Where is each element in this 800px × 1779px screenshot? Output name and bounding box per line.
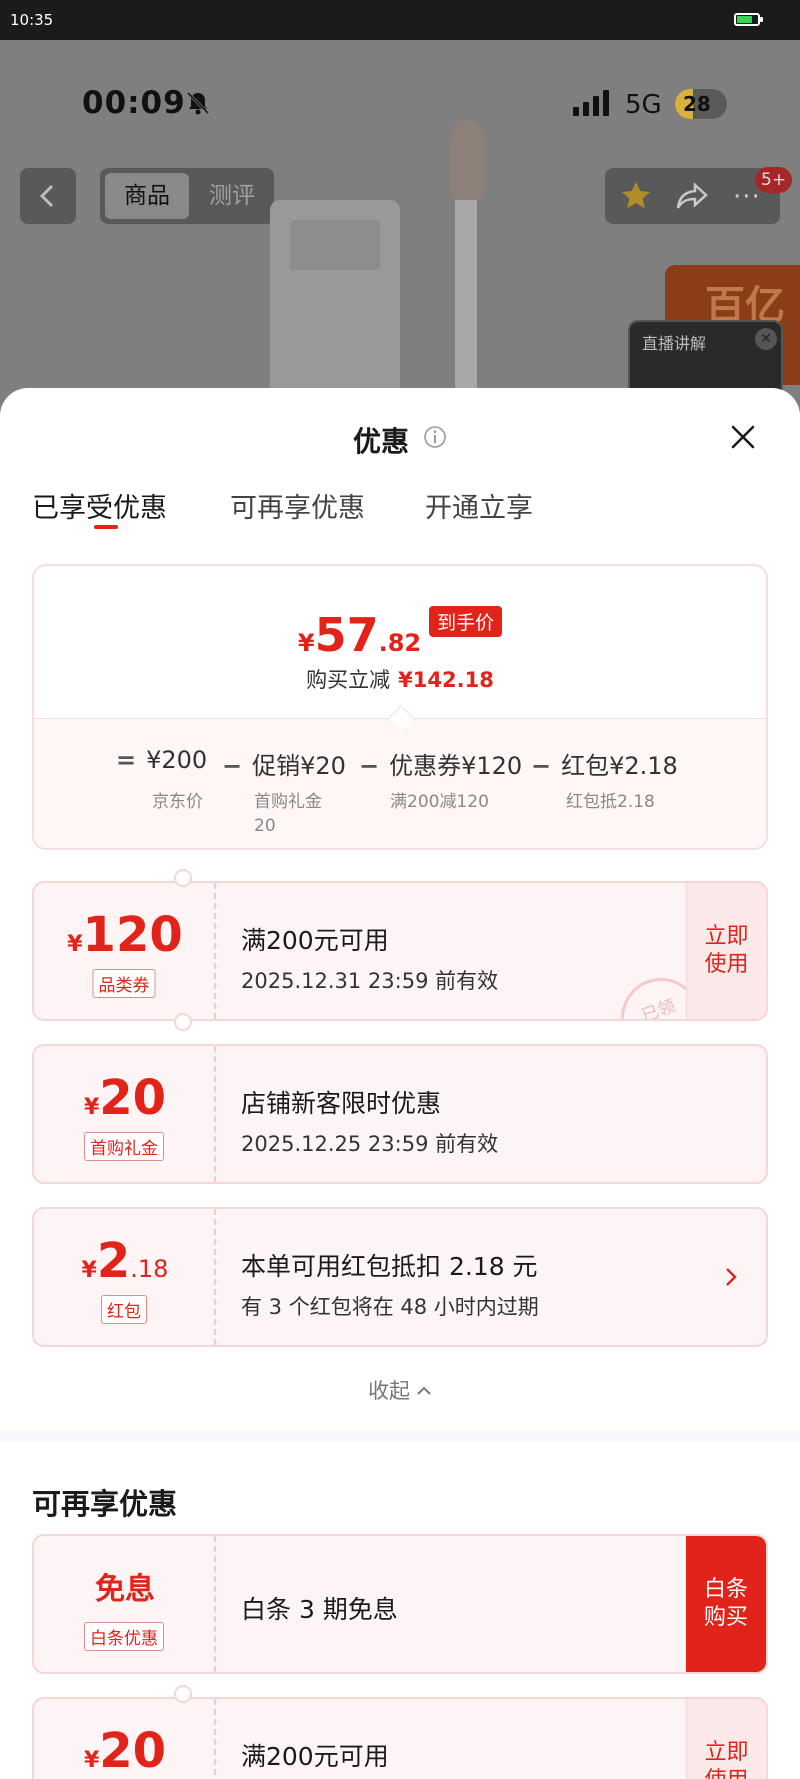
coupon-card[interactable]: ¥20 满200元可用 立即使用 <box>32 1697 768 1779</box>
coupon-type-tag: 白条优惠 <box>84 1622 164 1651</box>
coupon-type-tag: 品类券 <box>92 969 156 998</box>
coupon-card[interactable]: ¥120 品类券 满200元可用 2025.12.31 23:59 前有效 已领… <box>32 881 768 1021</box>
collapse-label: 收起 <box>368 1379 410 1403</box>
tab-enjoyed[interactable]: 已享受优惠 <box>32 486 167 525</box>
formula-sub: 首购礼金 20 <box>254 792 322 836</box>
signal-icon <box>573 90 609 116</box>
tab-indicator <box>94 525 118 529</box>
currency-symbol: ¥ <box>297 629 315 657</box>
tab-product[interactable]: 商品 <box>105 173 189 219</box>
page-tabs: 商品 测评 <box>100 168 274 224</box>
formula-item: = ¥200 <box>116 746 208 774</box>
coupon-value: ¥120 品类券 <box>34 883 216 1019</box>
coupon-value: ¥20 <box>34 1699 216 1779</box>
savings-amount: ¥142.18 <box>398 668 494 692</box>
discount-sheet: 优惠 已享受优惠 可再享优惠 开通立享 ¥57.82到手价 购买立减 ¥142.1… <box>0 388 800 1779</box>
sheet-title-text: 优惠 <box>352 425 409 458</box>
formula-sub: 京东价 <box>152 792 203 812</box>
coupon-card[interactable]: ¥20 首购礼金 店铺新客限时优惠 2025.12.25 23:59 前有效 <box>32 1044 768 1184</box>
ticket-notch <box>174 869 192 887</box>
device-time: 10:35 <box>10 11 54 29</box>
page-actions: ··· <box>605 168 780 224</box>
final-price: ¥57.82到手价 <box>34 606 766 662</box>
price-decimal: .82 <box>378 629 422 657</box>
chevron-left-icon <box>39 184 54 208</box>
product-wand-tip <box>450 120 484 200</box>
tab-activate[interactable]: 开通立享 <box>425 486 533 525</box>
close-icon[interactable] <box>728 422 758 452</box>
device-status-bar: 10:35 <box>0 0 800 40</box>
baitiao-buy-button[interactable]: 白条购买 <box>686 1536 766 1672</box>
coupon-value: 免息 白条优惠 <box>34 1536 216 1672</box>
interest-free-card[interactable]: 免息 白条优惠 白条 3 期免息 白条购买 <box>32 1534 768 1674</box>
chevron-up-icon <box>417 1386 431 1395</box>
price-breakdown <box>34 718 766 848</box>
bell-muted-icon <box>186 91 210 115</box>
chevron-right-icon[interactable] <box>724 1265 738 1289</box>
collapse-button[interactable]: 收起 <box>0 1375 800 1405</box>
battery-indicator: 28 <box>675 89 727 119</box>
live-close-icon[interactable]: ✕ <box>755 328 777 350</box>
coupon-type-tag: 首购礼金 <box>84 1132 164 1161</box>
section-divider <box>0 1430 800 1442</box>
price-integer: 57 <box>314 608 379 662</box>
formula-sub: 红包抵2.18 <box>566 792 655 812</box>
use-now-button[interactable]: 立即使用 <box>686 1699 766 1779</box>
ticket-notch <box>174 1685 192 1703</box>
battery-level: 28 <box>683 92 711 116</box>
sheet-title: 优惠 <box>0 420 800 460</box>
coupon-title: 白条 3 期免息 <box>241 1595 398 1624</box>
notification-badge: 5+ <box>755 167 793 193</box>
coupon-type-tag: 红包 <box>101 1295 147 1324</box>
star-icon[interactable] <box>620 180 652 212</box>
tab-review[interactable]: 测评 <box>197 173 267 219</box>
coupon-expiry: 2025.12.31 23:59 前有效 <box>241 969 499 993</box>
coupon-title: 本单可用红包抵扣 2.18 元 <box>241 1252 538 1281</box>
tab-more-available[interactable]: 可再享优惠 <box>230 486 365 525</box>
formula-item: − 红包¥2.18 <box>531 752 678 780</box>
coupon-note: 有 3 个红包将在 48 小时内过期 <box>241 1295 539 1319</box>
price-summary-card: ¥57.82到手价 购买立减 ¥142.18 = ¥200 − 促销¥20 − 优惠券¥… <box>32 564 768 850</box>
back-button[interactable] <box>20 168 76 224</box>
use-now-button[interactable]: 立即使用 <box>686 883 766 1019</box>
formula-item: − 促销¥20 <box>222 752 346 780</box>
formula-sub: 满200减120 <box>390 792 489 812</box>
product-page-background: 00:09 5G 28 商品 测评 ··· 5+ 百亿 直播讲解 ✕ <box>0 40 800 440</box>
live-label: 直播讲解 <box>642 334 707 353</box>
coupon-value: ¥2.18 红包 <box>34 1209 216 1345</box>
final-price-tag: 到手价 <box>429 606 503 637</box>
coupon-word: 免息 <box>95 1572 155 1607</box>
coupon-title: 满200元可用 <box>241 926 389 955</box>
info-icon[interactable] <box>423 425 447 449</box>
ticket-notch <box>174 1013 192 1031</box>
share-icon[interactable] <box>675 182 709 210</box>
section-title: 可再享优惠 <box>32 1487 178 1521</box>
network-type: 5G <box>625 90 662 120</box>
savings-line: 购买立减 ¥142.18 <box>34 664 766 694</box>
coupon-value: ¥20 首购礼金 <box>34 1046 216 1182</box>
formula-item: − 优惠券¥120 <box>359 752 523 780</box>
coupon-title: 店铺新客限时优惠 <box>241 1089 442 1118</box>
phone-time: 00:09 <box>82 85 186 121</box>
savings-label: 购买立减 <box>306 668 391 692</box>
red-envelope-card[interactable]: ¥2.18 红包 本单可用红包抵扣 2.18 元 有 3 个红包将在 48 小时… <box>32 1207 768 1347</box>
coupon-title: 满200元可用 <box>241 1742 389 1771</box>
coupon-expiry: 2025.12.25 23:59 前有效 <box>241 1132 499 1156</box>
product-bottle-neck <box>290 220 380 270</box>
battery-icon <box>734 13 763 26</box>
